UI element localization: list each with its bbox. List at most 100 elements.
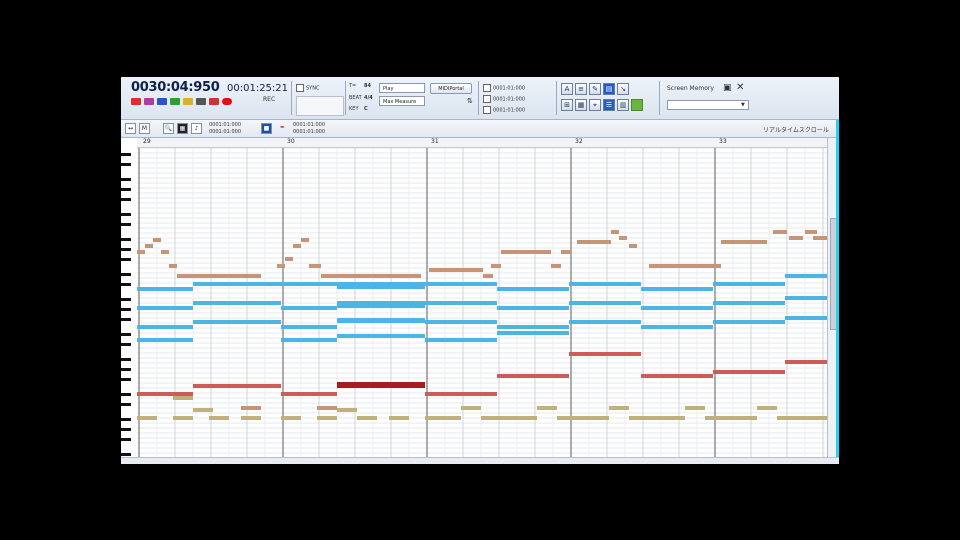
- black-key[interactable]: [121, 298, 131, 301]
- note-bass[interactable]: [789, 236, 803, 240]
- black-key[interactable]: [121, 188, 131, 191]
- measure-ruler[interactable]: 29 30 31 32 33: [137, 138, 827, 148]
- black-key[interactable]: [121, 238, 131, 241]
- black-key[interactable]: [121, 343, 131, 346]
- save-icon[interactable]: ▣: [723, 83, 732, 93]
- black-key[interactable]: [121, 198, 131, 201]
- note-pad[interactable]: [537, 406, 557, 410]
- key-value[interactable]: C: [364, 106, 368, 112]
- list-tool-icon[interactable]: ☰: [603, 99, 615, 111]
- midi-out-icon[interactable]: [631, 99, 643, 111]
- note-bass[interactable]: [241, 406, 261, 410]
- slot-2-checkbox[interactable]: [483, 95, 491, 103]
- note-pad[interactable]: [389, 416, 409, 420]
- note-strings[interactable]: [281, 306, 337, 310]
- black-key[interactable]: [121, 318, 131, 321]
- note-tool-icon[interactable]: ♪: [191, 123, 202, 134]
- range-start-2[interactable]: 0001:01:000: [293, 122, 325, 128]
- note-pad[interactable]: [317, 416, 337, 420]
- pause-button[interactable]: [183, 98, 193, 105]
- note-strings[interactable]: [281, 338, 337, 342]
- black-key[interactable]: [121, 368, 131, 371]
- note-strings[interactable]: [569, 320, 641, 324]
- note-bass[interactable]: [577, 240, 611, 244]
- piano-keyboard[interactable]: [121, 138, 138, 457]
- note-bass[interactable]: [145, 244, 153, 248]
- note-piano[interactable]: [425, 392, 497, 396]
- note-strings[interactable]: [497, 287, 569, 291]
- note-strings[interactable]: [193, 282, 281, 286]
- time-display[interactable]: 00:01:25:21: [227, 83, 288, 94]
- note-piano[interactable]: [281, 392, 337, 396]
- beat-value[interactable]: 4/4: [364, 95, 373, 101]
- note-pad[interactable]: [685, 406, 705, 410]
- note-pad[interactable]: [557, 416, 609, 420]
- note-strings[interactable]: [281, 325, 337, 329]
- note-bass[interactable]: [277, 264, 285, 268]
- note-piano[interactable]: [785, 360, 827, 364]
- note-bass[interactable]: [501, 250, 551, 254]
- black-key[interactable]: [121, 453, 131, 456]
- mode-tool-icon[interactable]: M: [139, 123, 150, 134]
- note-strings[interactable]: [337, 282, 425, 289]
- note-strings[interactable]: [425, 338, 497, 342]
- mixer-tool-icon[interactable]: ▥: [617, 99, 629, 111]
- note-bass[interactable]: [805, 230, 817, 234]
- note-strings[interactable]: [497, 306, 569, 310]
- note-bass[interactable]: [301, 238, 309, 242]
- black-key[interactable]: [121, 393, 131, 396]
- note-bass[interactable]: [813, 236, 827, 240]
- note-piano[interactable]: [497, 374, 569, 378]
- note-pad[interactable]: [757, 406, 777, 410]
- note-strings[interactable]: [193, 301, 281, 305]
- grid-tool-icon[interactable]: ▦: [575, 99, 587, 111]
- select-range-icon[interactable]: ■: [261, 123, 272, 134]
- note-strings[interactable]: [425, 301, 497, 305]
- black-key[interactable]: [121, 438, 131, 441]
- black-key[interactable]: [121, 163, 131, 166]
- note-strings[interactable]: [337, 301, 425, 308]
- stop-button[interactable]: [157, 98, 167, 105]
- sync-option[interactable]: SYNC: [296, 84, 319, 92]
- midi-icon[interactable]: ⇅: [467, 97, 473, 105]
- note-strings[interactable]: [713, 301, 785, 305]
- black-key[interactable]: [121, 223, 131, 226]
- slot-1[interactable]: 0001:01:000: [483, 84, 525, 92]
- black-key[interactable]: [121, 153, 131, 156]
- note-strings[interactable]: [569, 301, 641, 305]
- note-bass[interactable]: [309, 264, 321, 268]
- note-pad[interactable]: [337, 408, 357, 412]
- note-strings[interactable]: [785, 316, 827, 320]
- black-key[interactable]: [121, 273, 131, 276]
- range-end[interactable]: 0001:01:000: [209, 129, 241, 135]
- select-tool-icon[interactable]: ≡: [575, 83, 587, 95]
- view-tool-icon[interactable]: ▤: [603, 83, 615, 95]
- note-pad[interactable]: [173, 396, 193, 400]
- measure-mode-select[interactable]: Max Measure: [379, 96, 425, 106]
- note-pad[interactable]: [609, 406, 629, 410]
- note-pad[interactable]: [461, 406, 481, 410]
- note-bass[interactable]: [429, 268, 483, 272]
- note-piano[interactable]: [713, 370, 785, 374]
- black-key[interactable]: [121, 403, 131, 406]
- note-strings[interactable]: [425, 320, 497, 324]
- note-bass[interactable]: [293, 244, 301, 248]
- pencil-tool-icon[interactable]: A: [561, 83, 573, 95]
- magnify-tool-icon[interactable]: 🔍: [163, 123, 174, 134]
- slot-2[interactable]: 0001:01:000: [483, 95, 525, 103]
- midi-portal-button[interactable]: MIDIPortal: [430, 83, 472, 94]
- play-mode-select[interactable]: Play: [379, 83, 425, 93]
- note-strings[interactable]: [641, 325, 713, 329]
- note-bass[interactable]: [773, 230, 787, 234]
- slot-3[interactable]: 0001:01:000: [483, 106, 525, 114]
- record-button[interactable]: [222, 98, 232, 105]
- close-icon[interactable]: ✕: [736, 82, 744, 93]
- black-key[interactable]: [121, 258, 131, 261]
- note-pad[interactable]: [193, 408, 213, 412]
- note-bass[interactable]: [619, 236, 627, 240]
- note-pad[interactable]: [173, 416, 193, 420]
- note-bass[interactable]: [161, 250, 169, 254]
- note-pad[interactable]: [481, 416, 537, 420]
- note-strings[interactable]: [337, 318, 425, 323]
- arrow-tool-icon[interactable]: ↔: [125, 123, 136, 134]
